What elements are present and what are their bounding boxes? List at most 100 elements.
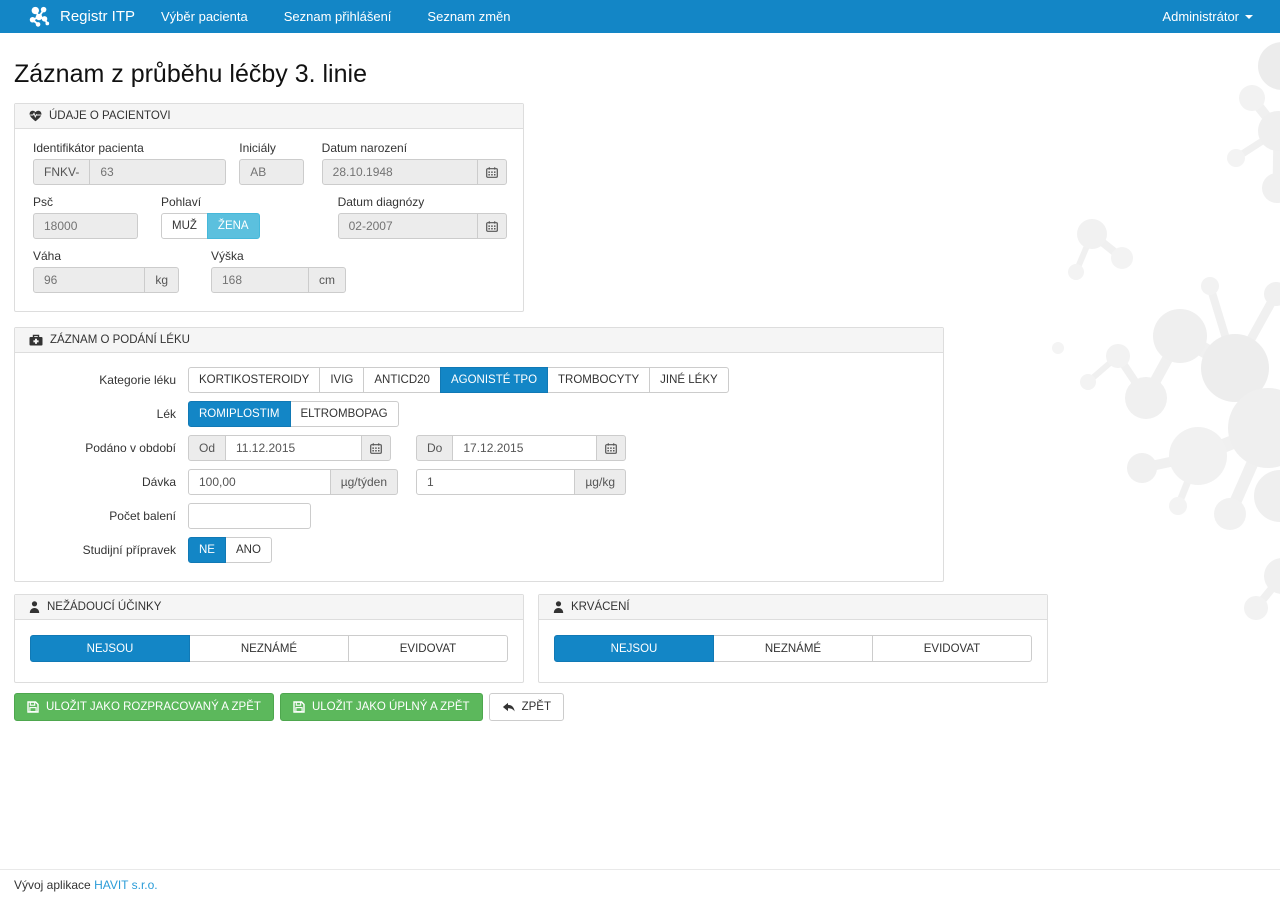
gender-toggle: MUŽ ŽENA bbox=[161, 213, 260, 239]
save-complete-button[interactable]: ULOŽIT JAKO ÚPLNÝ A ZPĚT bbox=[280, 693, 483, 721]
drug-toggle: ROMIPLOSTIM ELTROMBOPAG bbox=[188, 401, 399, 427]
weight-label: Váha bbox=[33, 249, 179, 263]
zip-input bbox=[33, 213, 138, 239]
save-icon bbox=[293, 701, 305, 713]
caret-down-icon bbox=[1245, 15, 1253, 19]
category-anticd20-button[interactable]: ANTICD20 bbox=[363, 367, 441, 393]
calendar-icon bbox=[486, 221, 498, 232]
category-agoniste-tpo-button[interactable]: AGONISTÉ TPO bbox=[440, 367, 548, 393]
medication-panel-title: ZÁZNAM O PODÁNÍ LÉKU bbox=[50, 334, 190, 346]
calendar-icon bbox=[486, 167, 498, 178]
category-trombocyty-button[interactable]: TROMBOCYTY bbox=[547, 367, 650, 393]
adverse-nejsou-button[interactable]: NEJSOU bbox=[30, 635, 190, 662]
height-unit: cm bbox=[308, 267, 346, 293]
height-input bbox=[211, 267, 309, 293]
user-icon bbox=[29, 601, 40, 613]
adverse-effects-header: NEŽÁDOUCÍ ÚČINKY bbox=[15, 595, 523, 620]
bleeding-title: KRVÁCENÍ bbox=[571, 601, 630, 613]
patient-panel: ÚDAJE O PACIENTOVI Identifikátor pacient… bbox=[14, 103, 524, 312]
weight-input bbox=[33, 267, 145, 293]
category-toggle: KORTIKOSTEROIDY IVIG ANTICD20 AGONISTÉ T… bbox=[188, 367, 729, 393]
birth-date-input bbox=[322, 159, 478, 185]
bleeding-nejsou-button[interactable]: NEJSOU bbox=[554, 635, 714, 662]
study-drug-ano-button[interactable]: ANO bbox=[225, 537, 272, 563]
packages-input[interactable] bbox=[188, 503, 311, 529]
save-icon bbox=[27, 701, 39, 713]
save-draft-label: ULOŽIT JAKO ROZPRACOVANÝ A ZPĚT bbox=[46, 701, 261, 713]
identifier-input bbox=[89, 159, 226, 185]
brand-link[interactable]: Registr ITP bbox=[60, 8, 135, 25]
top-navbar: Registr ITP Výběr pacienta Seznam přihlá… bbox=[0, 0, 1280, 33]
initials-label: Iniciály bbox=[239, 141, 303, 155]
medkit-icon bbox=[29, 334, 43, 346]
app-logo-icon bbox=[27, 5, 51, 29]
bleeding-neznamé-button[interactable]: NEZNÁMÉ bbox=[713, 635, 873, 662]
back-label: ZPĚT bbox=[522, 701, 551, 713]
medication-panel-header: ZÁZNAM O PODÁNÍ LÉKU bbox=[15, 328, 943, 353]
diagnosis-date-label: Datum diagnózy bbox=[338, 195, 507, 209]
user-menu[interactable]: Administrátor bbox=[1162, 9, 1253, 24]
category-jine-leky-button[interactable]: JINÉ LÉKY bbox=[649, 367, 729, 393]
bleeding-panel: KRVÁCENÍ NEJSOU NEZNÁMÉ EVIDOVAT bbox=[538, 594, 1048, 683]
gender-zena-button[interactable]: ŽENA bbox=[207, 213, 260, 239]
period-label: Podáno v období bbox=[31, 441, 176, 455]
patient-panel-header: ÚDAJE O PACIENTOVI bbox=[15, 104, 523, 129]
study-drug-ne-button[interactable]: NE bbox=[188, 537, 226, 563]
study-drug-label: Studijní přípravek bbox=[31, 543, 176, 557]
page-footer: Vývoj aplikace HAVIT s.r.o. bbox=[0, 869, 1280, 903]
period-from-input[interactable] bbox=[225, 435, 362, 461]
bleeding-evidovat-button[interactable]: EVIDOVAT bbox=[872, 635, 1032, 662]
nav-item-vyber-pacienta[interactable]: Výběr pacienta bbox=[161, 9, 248, 24]
bleeding-toggle: NEJSOU NEZNÁMÉ EVIDOVAT bbox=[554, 635, 1032, 662]
birth-date-label: Datum narození bbox=[322, 141, 507, 155]
birth-date-calendar-button[interactable] bbox=[477, 159, 507, 185]
bleeding-header: KRVÁCENÍ bbox=[539, 595, 1047, 620]
period-from-group: Od bbox=[188, 435, 391, 461]
save-complete-label: ULOŽIT JAKO ÚPLNÝ A ZPĚT bbox=[312, 701, 470, 713]
period-from-prefix: Od bbox=[188, 435, 226, 461]
nav-item-seznam-zmen[interactable]: Seznam změn bbox=[427, 9, 510, 24]
medication-panel: ZÁZNAM O PODÁNÍ LÉKU Kategorie léku KORT… bbox=[14, 327, 944, 582]
zip-label: Psč bbox=[33, 195, 138, 209]
user-icon bbox=[553, 601, 564, 613]
user-name: Administrátor bbox=[1162, 9, 1239, 24]
gender-muz-button[interactable]: MUŽ bbox=[161, 213, 208, 239]
drug-romiplostim-button[interactable]: ROMIPLOSTIM bbox=[188, 401, 291, 427]
diagnosis-date-input bbox=[338, 213, 478, 239]
save-draft-button[interactable]: ULOŽIT JAKO ROZPRACOVANÝ A ZPĚT bbox=[14, 693, 274, 721]
adverse-effects-panel: NEŽÁDOUCÍ ÚČINKY NEJSOU NEZNÁMÉ EVIDOVAT bbox=[14, 594, 524, 683]
footer-link[interactable]: HAVIT s.r.o. bbox=[94, 878, 158, 892]
period-to-calendar-button[interactable] bbox=[596, 435, 626, 461]
calendar-icon bbox=[605, 443, 617, 454]
category-kortikosteroidy-button[interactable]: KORTIKOSTEROIDY bbox=[188, 367, 320, 393]
period-to-input[interactable] bbox=[452, 435, 597, 461]
diagnosis-date-calendar-button[interactable] bbox=[477, 213, 507, 239]
dose-per-kg-unit: µg/kg bbox=[574, 469, 626, 495]
back-button[interactable]: ZPĚT bbox=[489, 693, 564, 721]
initials-input bbox=[239, 159, 303, 185]
adverse-effects-toggle: NEJSOU NEZNÁMÉ EVIDOVAT bbox=[30, 635, 508, 662]
dose-weekly-group: µg/týden bbox=[188, 469, 398, 495]
dose-weekly-input[interactable] bbox=[188, 469, 331, 495]
footer-text: Vývoj aplikace bbox=[14, 878, 91, 892]
category-ivig-button[interactable]: IVIG bbox=[319, 367, 364, 393]
patient-panel-title: ÚDAJE O PACIENTOVI bbox=[49, 110, 171, 122]
packages-label: Počet balení bbox=[31, 509, 176, 523]
heartbeat-icon bbox=[29, 110, 42, 122]
adverse-neznamé-button[interactable]: NEZNÁMÉ bbox=[189, 635, 349, 662]
period-from-calendar-button[interactable] bbox=[361, 435, 391, 461]
drug-eltrombopag-button[interactable]: ELTROMBOPAG bbox=[290, 401, 399, 427]
adverse-evidovat-button[interactable]: EVIDOVAT bbox=[348, 635, 508, 662]
period-to-group: Do bbox=[416, 435, 626, 461]
category-label: Kategorie léku bbox=[31, 373, 176, 387]
gender-label: Pohlaví bbox=[161, 195, 260, 209]
form-actions: ULOŽIT JAKO ROZPRACOVANÝ A ZPĚT ULOŽIT J… bbox=[14, 693, 1266, 721]
dose-per-kg-input[interactable] bbox=[416, 469, 575, 495]
adverse-effects-title: NEŽÁDOUCÍ ÚČINKY bbox=[47, 601, 161, 613]
nav-item-seznam-prihlaseni[interactable]: Seznam přihlášení bbox=[284, 9, 392, 24]
weight-unit: kg bbox=[144, 267, 179, 293]
height-label: Výška bbox=[211, 249, 346, 263]
calendar-icon bbox=[370, 443, 382, 454]
dose-label: Dávka bbox=[31, 475, 176, 489]
period-to-prefix: Do bbox=[416, 435, 453, 461]
